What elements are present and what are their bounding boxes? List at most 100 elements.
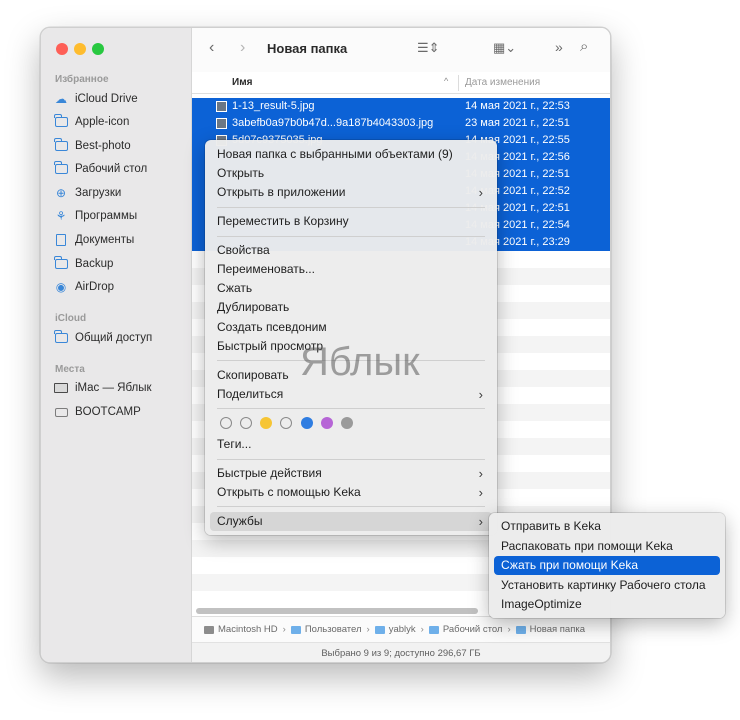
menu-item-copy[interactable]: Скопировать — [210, 366, 492, 385]
minimize-window-button[interactable] — [74, 43, 86, 55]
search-icon[interactable]: ⌕ — [580, 38, 588, 55]
menu-item-get-info[interactable]: Свойства — [210, 241, 492, 260]
folder-icon — [53, 256, 69, 271]
close-window-button[interactable] — [56, 43, 68, 55]
sidebar-item-shared[interactable]: Общий доступ — [53, 328, 152, 348]
context-menu: Новая папка с выбранными объектами (9) О… — [205, 140, 497, 535]
sidebar-item-label: Backup — [75, 258, 114, 270]
menu-divider — [217, 459, 485, 460]
sidebar-item-label: Рабочий стол — [75, 163, 148, 175]
downloads-icon: ⊕ — [55, 186, 67, 200]
tag-empty-icon[interactable] — [280, 417, 292, 429]
table-row[interactable]: 3abefb0a97b0b47d...9a187b4043303.jpg 23 … — [192, 115, 610, 132]
image-file-icon — [216, 118, 227, 129]
sidebar-item-airdrop[interactable]: ◉ AirDrop — [53, 277, 114, 297]
menu-item-open[interactable]: Открыть — [210, 164, 492, 183]
image-file-icon — [216, 101, 227, 112]
sidebar-item-icloud-drive[interactable]: ☁ iCloud Drive — [53, 89, 138, 109]
zoom-window-button[interactable] — [92, 43, 104, 55]
more-chevrons-icon[interactable]: » — [555, 39, 563, 55]
tag-blue-icon[interactable] — [301, 417, 313, 429]
sidebar-item-downloads[interactable]: ⊕ Загрузки — [53, 183, 121, 203]
tag-yellow-icon[interactable] — [260, 417, 272, 429]
path-segment[interactable]: yablyk — [374, 624, 416, 635]
path-segment[interactable]: Macintosh HD — [204, 624, 278, 635]
menu-item-tags[interactable]: Теги... — [210, 435, 492, 454]
path-chevron-icon: › — [507, 624, 511, 635]
sidebar-item-applications[interactable]: ⚘ Программы — [53, 206, 138, 226]
menu-item-imageoptimize[interactable]: ImageOptimize — [494, 595, 720, 614]
menu-item-duplicate[interactable]: Дублировать — [210, 298, 492, 317]
menu-item-quick-actions[interactable]: Быстрые действия › — [210, 464, 492, 483]
path-chevron-icon: › — [420, 624, 424, 635]
sidebar-item-label: Загрузки — [75, 187, 122, 199]
menu-divider — [217, 408, 485, 409]
forward-chevron-icon[interactable]: › — [240, 39, 245, 57]
column-header: Имя ^ Дата изменения — [192, 72, 610, 94]
toolbar: ‹ › Новая папка ☰⇕ ▦⌄ » ⌕ — [192, 28, 610, 72]
menu-item-open-with-keka[interactable]: Открыть с помощью Keka › — [210, 483, 492, 502]
document-icon — [53, 233, 69, 247]
menu-item-share[interactable]: Поделиться › — [210, 385, 492, 404]
horizontal-scrollbar[interactable] — [196, 608, 478, 614]
menu-item-make-alias[interactable]: Создать псевдоним — [210, 318, 492, 337]
sidebar-section-favorites: Избранное — [55, 74, 109, 85]
menu-item-rename[interactable]: Переименовать... — [210, 260, 492, 279]
menu-item-new-folder-with-selection[interactable]: Новая папка с выбранными объектами (9) — [210, 145, 492, 164]
sidebar-section-places: Места — [55, 364, 85, 375]
sidebar-item-label: AirDrop — [75, 281, 114, 293]
menu-item-set-desktop-picture[interactable]: Установить картинку Рабочего стола — [494, 576, 720, 595]
tag-gray-icon[interactable] — [341, 417, 353, 429]
tag-purple-icon[interactable] — [321, 417, 333, 429]
sidebar-item-label: iCloud Drive — [75, 93, 138, 105]
menu-divider — [217, 236, 485, 237]
sidebar-item-backup[interactable]: Backup — [53, 254, 113, 274]
menu-divider — [217, 506, 485, 507]
column-date-header[interactable]: Дата изменения — [465, 77, 540, 88]
tag-white-icon[interactable] — [240, 417, 252, 429]
sidebar-item-best-photo[interactable]: Best-photo — [53, 136, 131, 156]
airdrop-icon: ◉ — [55, 280, 67, 294]
sidebar-item-imac[interactable]: iMac — Яблык — [53, 378, 152, 398]
path-segment[interactable]: Рабочий стол — [428, 624, 502, 635]
path-chevron-icon: › — [366, 624, 370, 635]
sidebar-item-desktop[interactable]: Рабочий стол — [53, 159, 147, 179]
menu-item-services[interactable]: Службы › — [210, 512, 492, 531]
disk-icon — [53, 405, 69, 419]
folder-icon — [428, 625, 439, 634]
path-segment[interactable]: Новая папка — [515, 624, 585, 635]
sidebar-item-label: Best-photo — [75, 140, 131, 152]
menu-divider — [217, 207, 485, 208]
menu-divider — [217, 360, 485, 361]
sidebar-item-apple-icon[interactable]: Apple-icon — [53, 112, 129, 132]
sidebar-item-label: BOOTCAMP — [75, 406, 141, 418]
submenu-chevron-icon: › — [478, 185, 483, 200]
menu-item-move-to-trash[interactable]: Переместить в Корзину — [210, 212, 492, 231]
table-row[interactable]: 1-13_result-5.jpg 14 мая 2021 г., 22:53 — [192, 98, 610, 115]
menu-item-send-to-keka[interactable]: Отправить в Keka — [494, 517, 720, 536]
column-name-header[interactable]: Имя — [232, 77, 252, 88]
folder-icon — [290, 625, 301, 634]
sidebar-item-documents[interactable]: Документы — [53, 230, 134, 250]
tag-none-icon[interactable] — [220, 417, 232, 429]
path-segment[interactable]: Пользовател — [290, 624, 362, 635]
column-divider[interactable] — [458, 75, 459, 91]
file-name: 3abefb0a97b0b47d...9a187b4043303.jpg — [232, 117, 434, 129]
group-by-icon[interactable]: ▦⌄ — [493, 40, 516, 56]
sidebar-item-label: iMac — Яблык — [75, 382, 152, 394]
sidebar-item-label: Apple-icon — [75, 116, 130, 128]
menu-item-quick-look[interactable]: Быстрый просмотр — [210, 337, 492, 356]
list-view-icon[interactable]: ☰⇕ — [417, 40, 440, 56]
desktop-folder-icon — [53, 161, 69, 176]
menu-item-compress[interactable]: Сжать — [210, 279, 492, 298]
submenu-chevron-icon: › — [478, 387, 483, 402]
menu-item-open-with[interactable]: Открыть в приложении › — [210, 183, 492, 202]
menu-item-extract-with-keka[interactable]: Распаковать при помощи Keka — [494, 537, 720, 556]
folder-icon — [53, 114, 69, 129]
sidebar-item-bootcamp[interactable]: BOOTCAMP — [53, 402, 141, 422]
back-chevron-icon[interactable]: ‹ — [209, 39, 214, 57]
path-bar: Macintosh HD › Пользовател › yablyk › Ра… — [192, 616, 610, 642]
menu-item-compress-with-keka[interactable]: Сжать при помощи Keka — [494, 556, 720, 575]
window-title: Новая папка — [267, 41, 348, 56]
status-bar: Выбрано 9 из 9; доступно 296,67 ГБ — [192, 642, 610, 662]
